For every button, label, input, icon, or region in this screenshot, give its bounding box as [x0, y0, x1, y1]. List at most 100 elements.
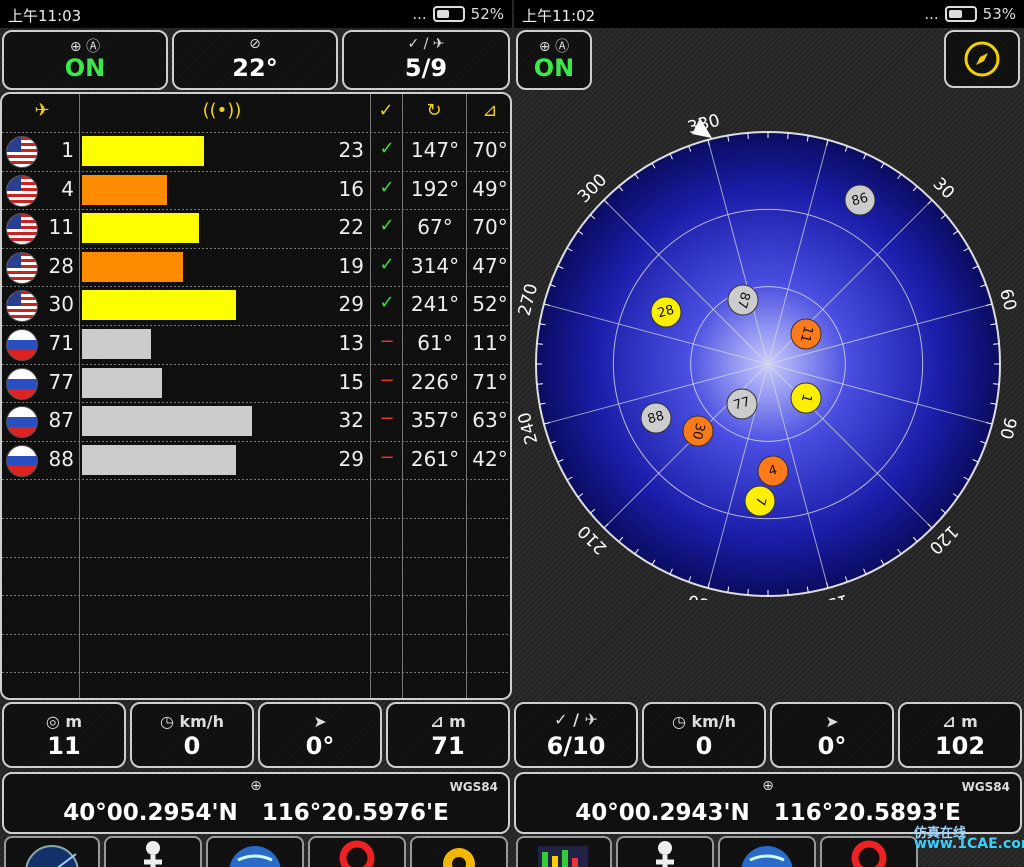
- satellites-used-tile[interactable]: ✓ / ✈ 6/10: [514, 702, 638, 768]
- location-tab[interactable]: [308, 836, 406, 867]
- altitude-label: ⊿ m: [942, 712, 978, 731]
- accuracy-tile[interactable]: ◎ m 11: [2, 702, 126, 768]
- status-bar: 上午11:02 ... 53%: [514, 0, 1024, 28]
- snr-bar: [82, 329, 151, 359]
- snr-value: 29: [338, 446, 364, 471]
- table-row[interactable]: 88 29−261° 42°: [2, 441, 510, 479]
- compass-needle-icon: ⊘: [249, 36, 261, 52]
- location-pin-icon: [851, 840, 887, 867]
- snr-bar: [82, 444, 236, 475]
- satellite-marker[interactable]: 7: [744, 485, 776, 517]
- radar-tab[interactable]: [4, 836, 100, 867]
- speed-tile[interactable]: ◷ km/h 0: [642, 702, 766, 768]
- flag-icon: [6, 406, 38, 439]
- satellite-marker[interactable]: 77: [726, 388, 758, 420]
- satellite-marker[interactable]: 86: [844, 184, 876, 216]
- walk-tab[interactable]: [104, 836, 202, 867]
- heading-tile[interactable]: ⊘ 22°: [172, 30, 338, 90]
- signal-indicator: ...: [412, 5, 427, 23]
- gps-fix-icon: ⊕ Ⓐ: [538, 39, 570, 55]
- compass-button[interactable]: [944, 30, 1020, 88]
- used-mark: −: [379, 446, 395, 468]
- used-mark: ✓: [379, 176, 395, 198]
- snr-value: 15: [338, 369, 364, 394]
- sat-id: 87: [48, 408, 74, 433]
- snr-bar: [82, 406, 252, 437]
- elevation-value: 11°: [472, 331, 508, 355]
- signal-bars-icon: [538, 846, 588, 867]
- speed-tile[interactable]: ◷ km/h 0: [130, 702, 254, 768]
- snr-bar: [82, 136, 204, 166]
- bearing-icon: ➤: [313, 712, 327, 731]
- snr-bar: [82, 213, 199, 244]
- location-tab[interactable]: [820, 836, 918, 867]
- table-row[interactable]: 71 13− 61° 11°: [2, 325, 510, 363]
- satellites-used-tile[interactable]: ✓ / ✈ 5/9: [342, 30, 510, 90]
- globe-map-icon: [229, 846, 281, 867]
- satellite-marker[interactable]: 88: [640, 402, 672, 434]
- globe-tab[interactable]: [718, 836, 816, 867]
- used-mark: ✓: [379, 292, 395, 314]
- used-mark: −: [379, 331, 395, 352]
- satellite-marker[interactable]: 30: [682, 415, 714, 447]
- table-row[interactable]: 77 15−226° 71°: [2, 364, 510, 402]
- table-row[interactable]: 4 16 ✓ 192° 49°: [2, 171, 510, 209]
- signal-bars-tab[interactable]: [516, 836, 612, 867]
- bearing-tile[interactable]: ➤ 0°: [258, 702, 382, 768]
- table-row[interactable]: 1 23 ✓ 147° 70°: [2, 132, 510, 170]
- flag-icon: [6, 290, 38, 323]
- coordinates-tile[interactable]: ⊕ WGS84 40°00.2954'N 116°20.5976'E: [2, 772, 510, 834]
- sky-plot[interactable]: 306090120150180210240270300330 868728117…: [514, 100, 1024, 600]
- status-right: ... 52%: [412, 5, 504, 23]
- speed-label: ◷ km/h: [671, 712, 737, 731]
- datum-label: WGS84: [449, 780, 498, 794]
- globe-icon: ⊕: [250, 778, 262, 794]
- azimuth-icon[interactable]: ↻: [414, 100, 454, 121]
- elevation-icon[interactable]: ⊿: [474, 100, 506, 121]
- snr-value: 13: [338, 331, 364, 355]
- table-row[interactable]: 28 19 ✓ 314° 47°: [2, 248, 510, 286]
- gps-status-tile[interactable]: ⊕ Ⓐ ON: [2, 30, 168, 90]
- globe-tab[interactable]: [206, 836, 304, 867]
- azimuth-value: 314°: [410, 253, 460, 278]
- bearing-tile[interactable]: ➤ 0°: [770, 702, 894, 768]
- flag-icon: [6, 444, 38, 477]
- altitude-tile[interactable]: ⊿ m 71: [386, 702, 510, 768]
- elevation-value: 71°: [472, 369, 508, 394]
- accuracy-label: ◎ m: [45, 712, 83, 731]
- flag-icon: [6, 367, 38, 400]
- flag-icon: [6, 174, 38, 207]
- walking-person-icon: [656, 841, 674, 867]
- gps-status-tile[interactable]: ⊕ Ⓐ ON: [516, 30, 592, 90]
- globe-map-icon: [741, 846, 793, 867]
- satellite-marker[interactable]: 28: [650, 296, 682, 328]
- settings-tab[interactable]: [410, 836, 508, 867]
- table-row[interactable]: 11 22 ✓ 67° 70°: [2, 209, 510, 247]
- walk-tab[interactable]: [616, 836, 714, 867]
- sat-id: 30: [48, 292, 74, 317]
- azimuth-value: 61°: [417, 331, 453, 355]
- satellite-marker[interactable]: 1: [790, 382, 822, 414]
- speed-value: 0: [183, 732, 201, 760]
- sat-used-icon: ✓ / ✈: [407, 36, 445, 52]
- signal-icon[interactable]: ((•)): [202, 100, 242, 121]
- elevation-value: 63°: [472, 408, 508, 433]
- satellite-marker[interactable]: 87: [727, 284, 759, 316]
- elevation-value: 70°: [472, 215, 508, 240]
- satellite-marker[interactable]: 11: [790, 318, 822, 350]
- table-row[interactable]: 30 29 ✓ 241° 52°: [2, 286, 510, 324]
- altitude-tile[interactable]: ⊿ m 102: [898, 702, 1022, 768]
- snr-bar: [82, 174, 167, 205]
- used-icon[interactable]: ✓: [374, 100, 398, 121]
- used-mark: ✓: [379, 138, 395, 159]
- azimuth-value: 147°: [410, 138, 460, 162]
- sat-id-icon[interactable]: ✈: [22, 100, 62, 121]
- flag-icon: [6, 329, 38, 361]
- table-row[interactable]: 87 32−357° 63°: [2, 402, 510, 440]
- globe-icon: ⊕: [762, 778, 774, 794]
- battery-percent: 52%: [470, 5, 504, 23]
- sat-id: 77: [48, 369, 74, 394]
- satellite-marker[interactable]: 4: [757, 455, 789, 487]
- status-right: ... 53%: [924, 5, 1016, 23]
- snr-bar: [82, 251, 183, 282]
